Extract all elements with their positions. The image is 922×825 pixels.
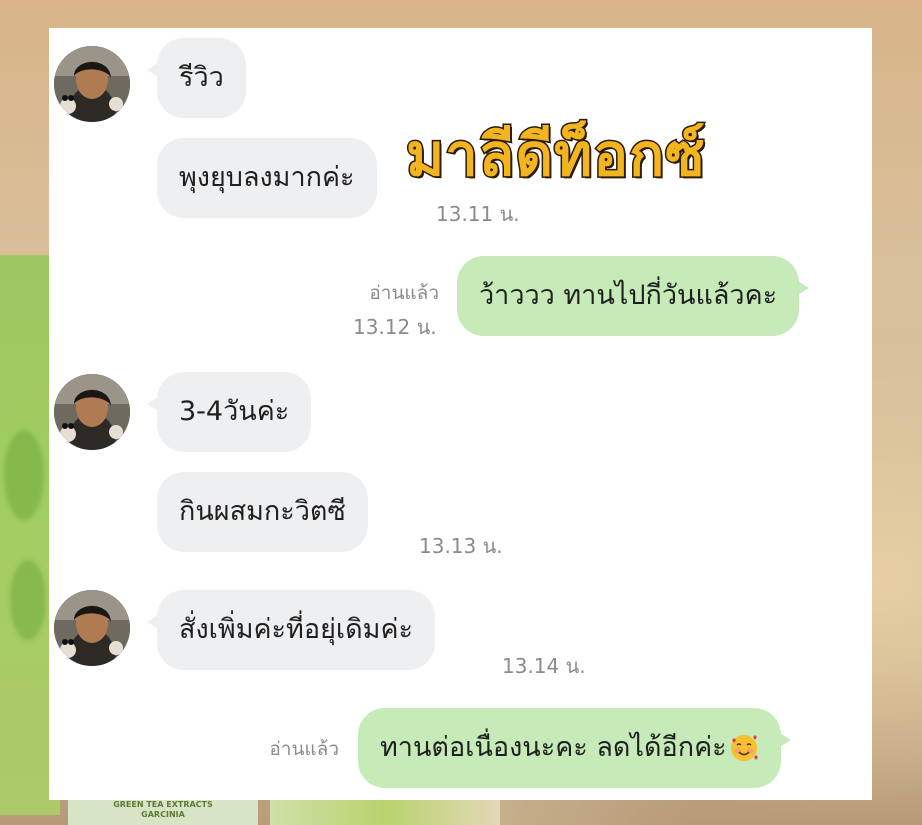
message-bubble-incoming[interactable]: สั่งเพิ่มค่ะที่อยุ่เดิมค่ะ	[146, 590, 436, 670]
avatar-photo-icon	[54, 374, 130, 450]
message-time: 13.14 น.	[502, 654, 586, 678]
message-text: ว้าววว ทานไปกี่วันแล้วคะ	[479, 280, 778, 311]
message-text: กินผสมกะวิตซี	[179, 496, 346, 527]
message-bubble-outgoing[interactable]: ทานต่อเนื่องนะคะ ลดได้อีกค่ะ	[358, 708, 791, 788]
contact-avatar[interactable]	[54, 590, 130, 666]
message-bubble-incoming[interactable]: 3-4วันค่ะ	[146, 372, 312, 452]
background-leaf	[10, 560, 46, 640]
contact-avatar[interactable]	[54, 374, 130, 450]
background-lime	[270, 800, 500, 825]
message-text: รีวิว	[179, 62, 224, 93]
message-time: 13.12 น.	[353, 315, 437, 339]
message-time: 13.11 น.	[436, 202, 520, 226]
message-bubble-incoming[interactable]: กินผสมกะวิตซี	[157, 472, 368, 552]
brand-overlay-text: มาลีดีท็อกซ์	[405, 120, 707, 191]
background-leaf	[4, 430, 44, 520]
background-package-label: GREEN TEA EXTRACTS GARCINIA	[68, 800, 258, 825]
message-text: พุงยุบลงมากค่ะ	[179, 162, 355, 193]
message-bubble-incoming[interactable]: รีวิว	[147, 38, 246, 118]
message-text: ทานต่อเนื่องนะคะ ลดได้อีกค่ะ	[380, 732, 727, 763]
message-text: สั่งเพิ่มค่ะที่อยุ่เดิมค่ะ	[179, 614, 414, 645]
message-bubble-incoming[interactable]: พุงยุบลงมากค่ะ	[157, 138, 377, 218]
message-text: 3-4วันค่ะ	[179, 396, 290, 427]
chat-window: รีวิว พุงยุบลงมากค่ะ 13.11 น. มาลีดีท็อก…	[49, 28, 872, 800]
read-receipt: อ่านแล้ว	[269, 738, 339, 760]
message-bubble-outgoing[interactable]: ว้าววว ทานไปกี่วันแล้วคะ	[457, 256, 810, 336]
avatar-photo-icon	[54, 46, 130, 122]
smiling-face-with-hearts-icon	[730, 735, 758, 761]
contact-avatar[interactable]	[54, 46, 130, 122]
read-receipt: อ่านแล้ว	[369, 282, 439, 304]
avatar-photo-icon	[54, 590, 130, 666]
message-time: 13.13 น.	[419, 534, 503, 558]
